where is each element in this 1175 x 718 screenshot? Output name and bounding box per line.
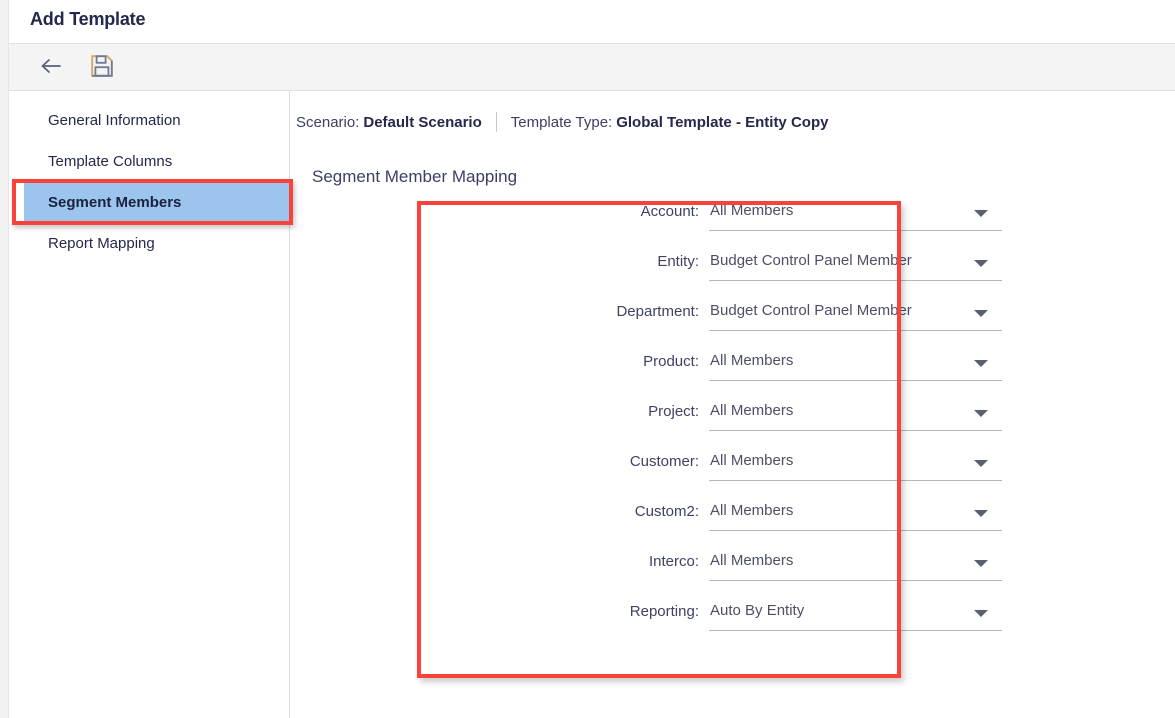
dropdown-project[interactable]: All Members xyxy=(709,401,1002,431)
dropdown-customer[interactable]: All Members xyxy=(709,451,1002,481)
dropdown-reporting[interactable]: Auto By Entity xyxy=(709,601,1002,631)
chevron-down-icon xyxy=(974,460,988,467)
dropdown-value-custom2: All Members xyxy=(710,502,794,519)
chevron-down-icon xyxy=(974,310,988,317)
breadcrumb: Scenario: Default Scenario Template Type… xyxy=(296,112,828,132)
dropdown-custom2[interactable]: All Members xyxy=(709,501,1002,531)
chevron-down-icon xyxy=(974,360,988,367)
sidebar-item-general-information[interactable]: General Information xyxy=(24,100,300,140)
back-button[interactable] xyxy=(34,51,68,85)
dropdown-value-account: All Members xyxy=(710,202,794,219)
section-title: Segment Member Mapping xyxy=(312,167,518,186)
dropdown-value-product: All Members xyxy=(710,352,794,369)
sidebar-item-template-columns[interactable]: Template Columns xyxy=(24,141,300,181)
sidebar-item-label: Report Mapping xyxy=(48,234,155,252)
field-label-project: Project: xyxy=(648,403,699,420)
scenario-value: Default Scenario xyxy=(363,113,482,131)
sidebar-item-label: Segment Members xyxy=(48,193,182,211)
dropdown-entity[interactable]: Budget Control Panel Member xyxy=(709,251,1002,281)
field-row-project: Project: All Members xyxy=(417,401,1002,435)
sidebar-item-label: General Information xyxy=(48,111,181,129)
field-row-entity: Entity: Budget Control Panel Member xyxy=(417,251,1002,285)
dropdown-value-customer: All Members xyxy=(710,452,794,469)
window-left-edge xyxy=(0,0,9,718)
breadcrumb-divider xyxy=(495,112,497,132)
main-content: Scenario: Default Scenario Template Type… xyxy=(291,91,1175,718)
field-label-account: Account: xyxy=(640,203,699,220)
arrow-left-icon xyxy=(39,56,63,81)
chevron-down-icon xyxy=(974,410,988,417)
field-label-product: Product: xyxy=(643,353,699,370)
field-row-customer: Customer: All Members xyxy=(417,451,1002,485)
dropdown-interco[interactable]: All Members xyxy=(709,551,1002,581)
dropdown-value-project: All Members xyxy=(710,402,794,419)
dropdown-department[interactable]: Budget Control Panel Member xyxy=(709,301,1002,331)
sidebar-navigation: General Information Template Columns Seg… xyxy=(10,91,300,718)
field-label-reporting: Reporting: xyxy=(629,603,699,620)
field-row-custom2: Custom2: All Members xyxy=(417,501,1002,535)
field-label-entity: Entity: xyxy=(657,253,699,270)
save-button[interactable] xyxy=(85,51,119,85)
field-label-interco: Interco: xyxy=(648,553,699,570)
chevron-down-icon xyxy=(974,510,988,517)
sidebar-item-label: Template Columns xyxy=(48,152,173,170)
dropdown-account[interactable]: All Members xyxy=(709,201,1002,231)
segment-member-mapping-form: Account: All Members Entity: Budget Cont… xyxy=(417,201,1002,678)
floppy-disk-save-icon xyxy=(90,54,114,83)
field-row-account: Account: All Members xyxy=(417,201,1002,235)
chevron-down-icon xyxy=(974,560,988,567)
sidebar-item-segment-members[interactable]: Segment Members xyxy=(24,182,300,222)
chevron-down-icon xyxy=(974,260,988,267)
toolbar xyxy=(9,44,1175,91)
sidebar-item-report-mapping[interactable]: Report Mapping xyxy=(24,223,300,263)
dropdown-value-reporting: Auto By Entity xyxy=(710,602,805,619)
field-label-department: Department: xyxy=(616,303,699,320)
page-title: Add Template xyxy=(30,9,146,29)
scenario-label: Scenario: xyxy=(296,113,360,131)
field-row-product: Product: All Members xyxy=(417,351,1002,385)
dropdown-value-entity: Budget Control Panel Member xyxy=(710,252,912,269)
dropdown-value-department: Budget Control Panel Member xyxy=(710,302,912,319)
chevron-down-icon xyxy=(974,210,988,217)
template-type-label: Template Type: xyxy=(510,113,613,131)
field-row-reporting: Reporting: Auto By Entity xyxy=(417,601,1002,635)
field-row-department: Department: Budget Control Panel Member xyxy=(417,301,1002,335)
dropdown-product[interactable]: All Members xyxy=(709,351,1002,381)
dropdown-value-interco: All Members xyxy=(710,552,794,569)
chevron-down-icon xyxy=(974,610,988,617)
field-label-custom2: Custom2: xyxy=(634,503,699,520)
template-type-value: Global Template - Entity Copy xyxy=(616,113,829,131)
field-row-interco: Interco: All Members xyxy=(417,551,1002,585)
field-label-customer: Customer: xyxy=(629,453,699,470)
window-title-bar: Add Template xyxy=(0,0,1175,44)
